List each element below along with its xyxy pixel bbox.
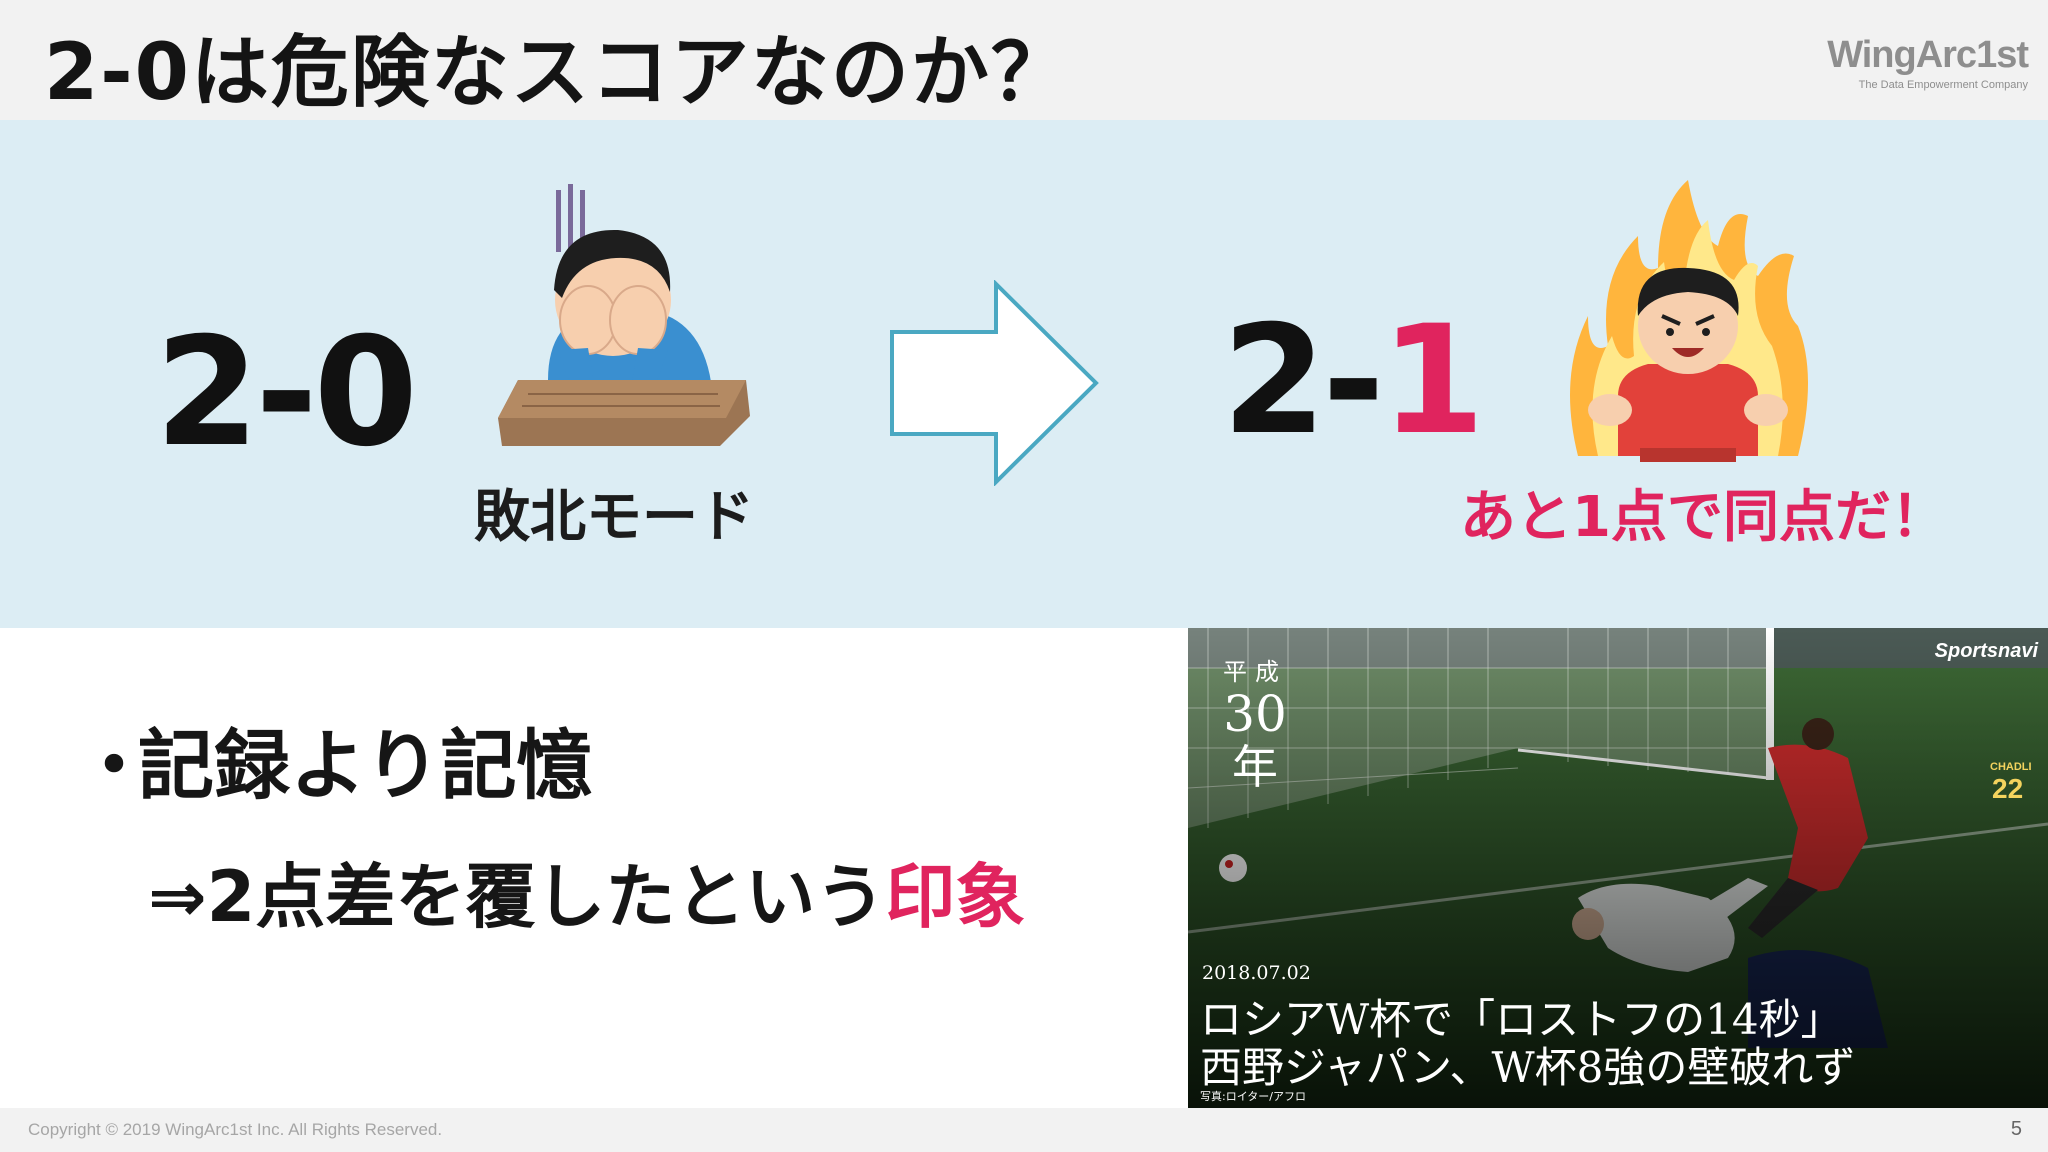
era-name: 平成 (1223, 658, 1287, 686)
bullet-main-text: 記録より記憶 (138, 721, 593, 810)
score-after: 2-1 (1222, 306, 1485, 456)
sportsnavi-logo: Sportsnavi (1934, 640, 2038, 662)
news-photo: Sportsnavi 平成 30 年 CHADLI 22 2018.07.02 … (1188, 628, 2048, 1112)
defeat-mode-caption: 敗北モード (474, 485, 754, 550)
jersey-name: CHADLI (1990, 761, 2032, 773)
era-year: 30 (1223, 685, 1287, 743)
era-suffix: 年 (1232, 740, 1278, 794)
photo-date: 2018.07.02 (1202, 962, 1311, 984)
jersey-print: CHADLI 22 (1990, 761, 2032, 804)
slide-footer: Copyright © 2019 WingArc1st Inc. All Rig… (0, 1108, 2048, 1152)
page-number: 5 (2010, 1118, 2022, 1140)
comeback-caption: あと1点で同点だ！ (1460, 485, 1947, 550)
logo-tagline: The Data Empowerment Company (1858, 79, 2028, 91)
copyright-notice: Copyright © 2019 WingArc1st Inc. All Rig… (28, 1120, 443, 1139)
right-arrow-icon (888, 279, 1102, 490)
bullet-sub-highlight: 印象 (885, 856, 1026, 938)
logo-wordmark: WingArc1st (1827, 34, 2029, 76)
slide-header: 2-0は危険なスコアなのか？ WingArc1st The Data Empow… (0, 0, 2048, 120)
photo-headline-2: 西野ジャパン、W杯8強の壁破れず (1200, 1043, 1856, 1092)
score-before: 2-0 (155, 306, 418, 480)
bullet-main: ・記録より記憶 (76, 728, 592, 804)
bullet-sub: ⇒2点差を覆したという印象 (148, 862, 1025, 932)
bullet-marker: ・ (76, 721, 152, 810)
bullet-sub-text: ⇒2点差を覆したという (148, 856, 886, 938)
era-badge: 平成 30 年 (1210, 652, 1300, 793)
slide-title: 2-0は危険なスコアなのか？ (44, 28, 1071, 118)
photo-credit: 写真:ロイター/アフロ (1200, 1090, 1306, 1103)
score-after-highlight: 1 (1380, 294, 1485, 468)
score-after-prefix: 2- (1222, 294, 1385, 468)
head-in-hands-illustration (488, 180, 758, 464)
jersey-number: 22 (1992, 773, 2023, 804)
fired-up-illustration (1558, 176, 1818, 470)
company-logo: WingArc1st The Data Empowerment Company (1827, 34, 2029, 91)
